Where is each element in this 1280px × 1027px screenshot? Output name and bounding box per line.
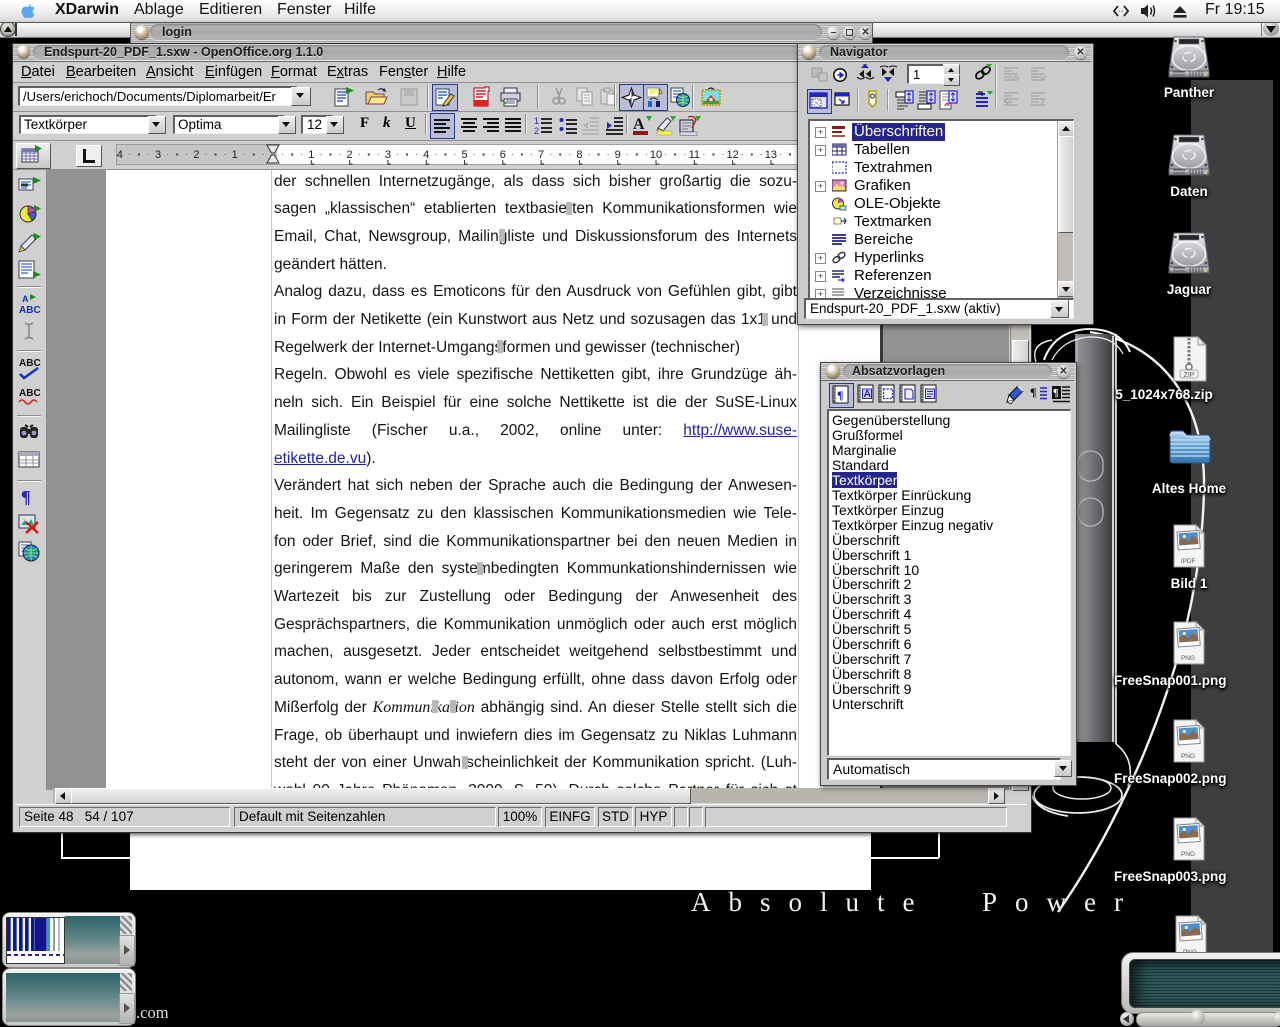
svg-text:2: 2: [347, 149, 353, 161]
svg-text:1: 1: [308, 149, 314, 161]
svg-text:13: 13: [765, 149, 777, 161]
svg-text:A: A: [22, 294, 29, 304]
svg-text:¶: ¶: [1053, 388, 1058, 399]
svg-text:ABC: ABC: [19, 305, 41, 316]
svg-text:A: A: [864, 388, 872, 400]
svg-text:ABC: ABC: [19, 388, 41, 399]
svg-text:A: A: [633, 116, 645, 133]
svg-text:¶: ¶: [21, 487, 31, 507]
svg-text:1: 1: [232, 149, 238, 161]
svg-text:PDF: PDF: [1183, 558, 1196, 565]
svg-text:9: 9: [615, 149, 621, 161]
svg-text:8: 8: [576, 149, 582, 161]
svg-text:10: 10: [650, 149, 662, 161]
svg-text:¶: ¶: [1030, 385, 1036, 399]
svg-text:11: 11: [689, 149, 700, 161]
svg-text:1: 1: [534, 116, 539, 126]
svg-text:2: 2: [193, 149, 199, 161]
svg-text:4: 4: [117, 149, 123, 161]
svg-text:ZIP: ZIP: [1184, 372, 1195, 379]
svg-text:3: 3: [155, 149, 161, 161]
svg-text:5: 5: [461, 149, 467, 161]
svg-text:4: 4: [423, 149, 429, 161]
svg-text:¶: ¶: [837, 388, 843, 402]
svg-text:2: 2: [534, 126, 539, 135]
svg-text:7: 7: [538, 149, 544, 161]
svg-text:3: 3: [385, 149, 391, 161]
svg-text:6: 6: [500, 149, 506, 161]
svg-text:12: 12: [726, 149, 738, 161]
